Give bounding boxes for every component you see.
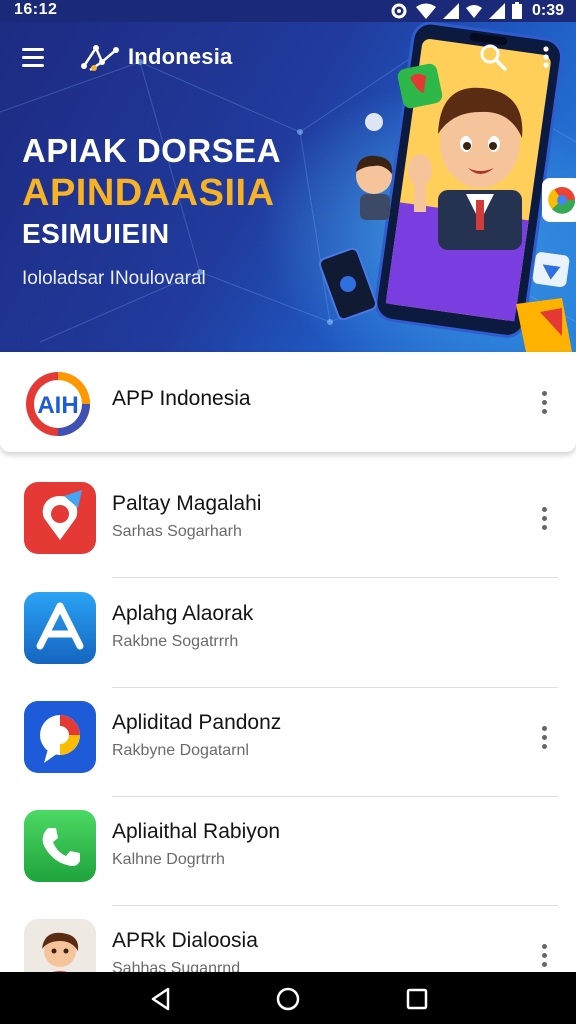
app-title: Apliditad Pandonz	[112, 711, 282, 734]
kebab-dot	[542, 735, 547, 740]
more-options-button[interactable]	[536, 44, 556, 70]
chat-bubble-icon	[24, 701, 96, 773]
menu-icon-bar-bottom	[22, 64, 44, 67]
kebab-dot	[542, 744, 547, 749]
app-subtitle: Rakbyne Dogatarnl	[112, 742, 249, 759]
menu-icon-bar-top	[22, 48, 44, 51]
app-more-button[interactable]	[535, 725, 555, 753]
kebab-dot	[542, 953, 547, 958]
divider	[112, 577, 558, 578]
app-title: Aplahg Alaorak	[112, 602, 254, 625]
nav-recents-button[interactable]	[404, 986, 430, 1012]
list-item[interactable]: Apliditad Pandonz Rakbyne Dogatarnl	[0, 689, 576, 797]
status-icons: 0:39	[390, 1, 564, 21]
status-clock: 0:39	[531, 2, 564, 19]
menu-icon-bar-middle	[22, 56, 44, 59]
divider	[112, 905, 558, 906]
hero-subtitle: Iololadsar INoulovaral	[22, 268, 206, 289]
list-item[interactable]: Paltay Magalahi Sarhas Sogarharh	[0, 470, 576, 578]
hero-headline-2: APINDAASIIA	[22, 172, 275, 214]
search-button[interactable]	[478, 42, 508, 72]
divider	[112, 687, 558, 688]
app-more-button[interactable]	[535, 943, 555, 971]
kebab-dot	[542, 525, 547, 530]
list-item[interactable]: Apliaithal Rabiyon Kalhne Dogrtrrh	[0, 798, 576, 906]
app-title: Paltay Magalahi	[112, 492, 262, 515]
hero-banner: Indonesia APIAK DORSEA APINDAASIIA ESIMU…	[0, 22, 576, 352]
signal-icon	[442, 3, 459, 19]
app-title: Apliaithal Rabiyon	[112, 820, 281, 843]
search-icon	[480, 44, 507, 71]
featured-app-icon: AIH	[26, 372, 90, 436]
list-item[interactable]: Aplahg Alaorak Rakbne Sogatrrrh	[0, 580, 576, 688]
kebab-dot	[542, 400, 547, 405]
menu-button[interactable]	[18, 42, 50, 72]
app-subtitle: Kalhne Dogrtrrh	[112, 851, 225, 868]
nav-home-button[interactable]	[275, 986, 301, 1012]
kebab-dot	[542, 516, 547, 521]
hero-headline-1: APIAK DORSEA	[22, 132, 282, 169]
featured-more-button[interactable]	[535, 390, 555, 418]
kebab-dot	[542, 726, 547, 731]
kebab-dot	[542, 409, 547, 414]
home-icon	[276, 987, 300, 1011]
nav-back-button[interactable]	[148, 986, 174, 1012]
kebab-dot	[542, 391, 547, 396]
kebab-dot	[542, 507, 547, 512]
featured-app-name: APP Indonesia	[112, 387, 251, 410]
hero-headline-3: ESIMUIEIN	[22, 218, 170, 249]
location-pin-icon	[24, 482, 96, 554]
wifi-icon	[415, 3, 436, 19]
system-nav-bar	[0, 972, 576, 1024]
battery-icon	[511, 2, 522, 19]
app-title: APRk Dialoosia	[112, 929, 258, 952]
featured-app-icon-text: AIH	[37, 392, 78, 419]
app-title: Indonesia	[128, 44, 233, 69]
settings-status-icon	[391, 3, 407, 19]
app-bar: Indonesia	[0, 22, 576, 92]
status-bar: 16:12 0:39	[0, 0, 576, 22]
wifi-icon-secondary	[465, 5, 482, 18]
network-logo-icon	[81, 45, 119, 72]
status-time: 16:12	[14, 1, 58, 18]
app-subtitle: Sarhas Sogarharh	[112, 523, 242, 540]
app-more-button[interactable]	[535, 506, 555, 534]
signal-icon-secondary	[488, 3, 505, 19]
kebab-dot	[542, 962, 547, 967]
app-subtitle: Rakbne Sogatrrrh	[112, 633, 239, 650]
back-icon	[151, 987, 170, 1011]
divider	[112, 796, 558, 797]
app-store-icon	[24, 592, 96, 664]
featured-app-card[interactable]: AIH APP Indonesia	[0, 352, 576, 452]
more-vertical-icon	[543, 46, 549, 68]
phone-icon	[24, 810, 96, 882]
kebab-dot	[542, 944, 547, 949]
recents-icon	[406, 988, 428, 1010]
